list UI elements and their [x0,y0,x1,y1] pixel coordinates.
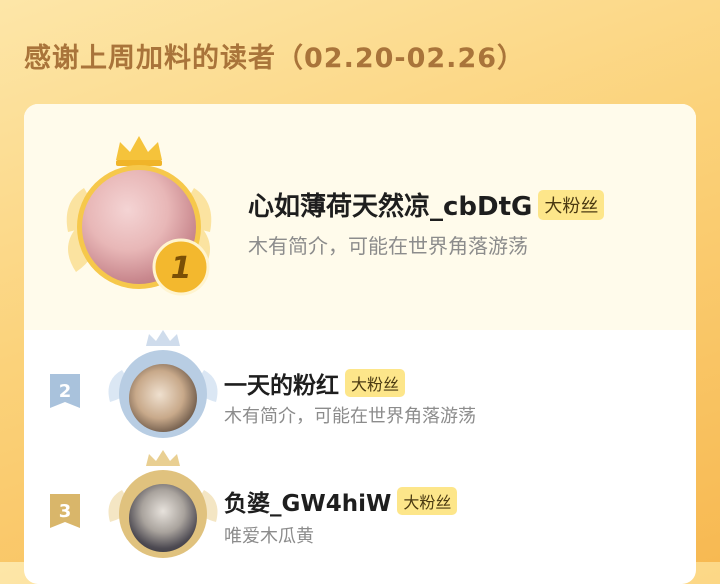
reader-1-bio: 木有简介，可能在世界角落游荡 [248,234,528,258]
rank-flag-icon: 3 [50,494,80,528]
reader-row-3[interactable]: 3 负婆_GW4hiW 大粉丝 唯爱木瓜黄 [24,448,696,584]
reader-3-badge: 大粉丝 [397,487,458,515]
reader-1-name[interactable]: 心如薄荷天然凉_cbDtG [248,186,532,223]
reader-2-bio: 木有简介，可能在世界角落游荡 [224,406,476,427]
crown-icon [116,136,162,166]
rank-number: 2 [59,381,72,402]
reader-row-2[interactable]: 2 一天的粉红 大粉丝 木有简介，可能在世界角落游荡 [24,330,696,448]
page-title: 感谢上周加料的读者（02.20-02.26） [24,43,526,74]
reader-2-avatar[interactable] [129,364,197,432]
readers-card: 1 心如薄荷天然凉_cbDtG 大粉丝 木有简介，可能在世界角落游荡 2 一天的… [24,104,696,584]
rank-medal-icon: 1 [152,238,210,296]
reader-2-name[interactable]: 一天的粉红 [224,366,339,400]
reader-3-avatar[interactable] [129,484,197,552]
reader-3-name[interactable]: 负婆_GW4hiW [224,484,391,518]
reader-2-badge: 大粉丝 [345,369,406,397]
reader-1-badge: 大粉丝 [538,189,605,220]
reader-row-1[interactable]: 1 心如薄荷天然凉_cbDtG 大粉丝 木有简介，可能在世界角落游荡 [24,104,696,330]
reader-3-bio: 唯爱木瓜黄 [224,526,314,547]
crown-icon [146,450,180,466]
rank-number: 3 [59,501,72,522]
crown-icon [146,330,180,346]
rank-number: 1 [171,251,192,286]
rank-flag-icon: 2 [50,374,80,408]
